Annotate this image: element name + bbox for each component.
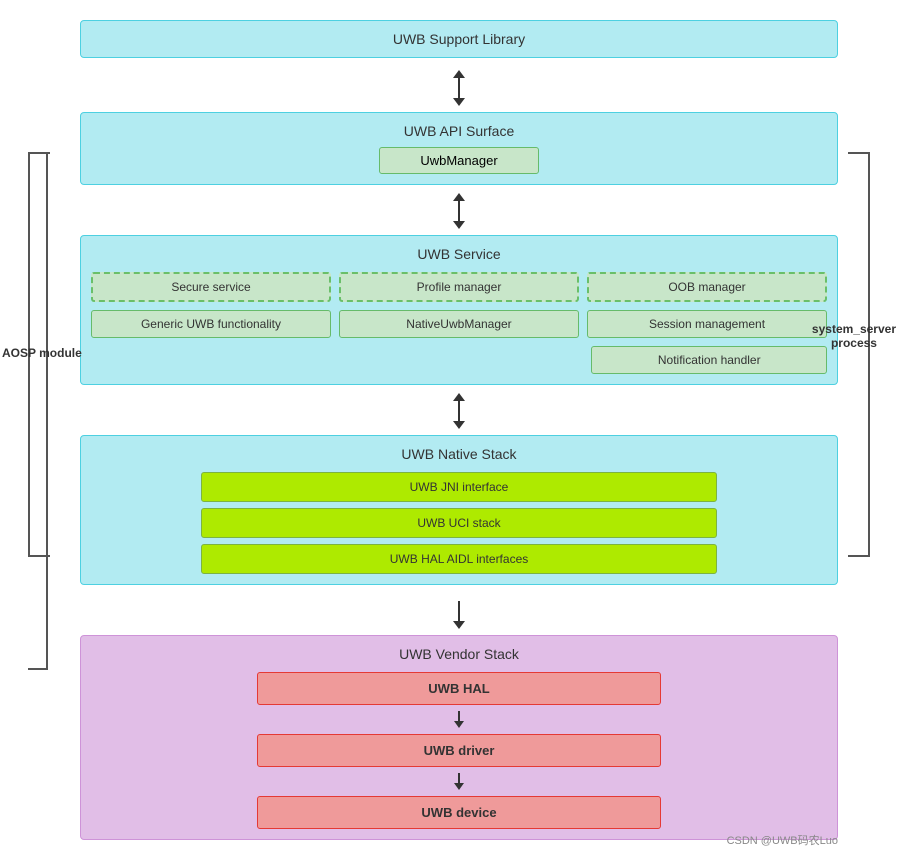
arrow-service-to-native [80, 393, 838, 429]
uwb-driver-item: UWB driver [257, 734, 662, 767]
arrow-down-icon [453, 98, 465, 106]
native-stack-title: UWB Native Stack [91, 446, 827, 462]
uwb-service-block: UWB Service Secure service Profile manag… [80, 235, 838, 385]
generic-uwb-item: Generic UWB functionality [91, 310, 331, 338]
session-management-item: Session management [587, 310, 827, 338]
api-surface-title: UWB API Surface [91, 123, 827, 139]
uwb-jni-item: UWB JNI interface [201, 472, 716, 502]
native-uwb-manager-item: NativeUwbManager [339, 310, 579, 338]
vendor-stack-title: UWB Vendor Stack [91, 646, 827, 662]
uwb-hal-aidl-item: UWB HAL AIDL interfaces [201, 544, 716, 574]
notification-row: Notification handler [91, 346, 827, 374]
arrow-line2 [458, 201, 460, 221]
system-server-bracket [848, 152, 870, 557]
arrow-api-to-service [80, 193, 838, 229]
uwb-native-stack-block: UWB Native Stack UWB JNI interface UWB U… [80, 435, 838, 585]
uwb-hal-item: UWB HAL [257, 672, 662, 705]
uwb-device-item: UWB device [257, 796, 662, 829]
uwb-support-library-block: UWB Support Library [80, 20, 838, 58]
arrow-down-icon4 [453, 621, 465, 629]
service-grid-row1: Secure service Profile manager OOB manag… [91, 272, 827, 338]
oob-manager-item: OOB manager [587, 272, 827, 302]
vendor-arrow-1 [454, 711, 464, 728]
arrow-line3 [458, 401, 460, 421]
aosp-module-label: AOSP module [2, 345, 82, 360]
watermark: CSDN @UWB码农Luo [727, 832, 838, 848]
arrow-up-icon2 [453, 193, 465, 201]
notification-handler-item: Notification handler [591, 346, 827, 374]
native-items-container: UWB JNI interface UWB UCI stack UWB HAL … [91, 472, 827, 574]
profile-manager-item: Profile manager [339, 272, 579, 302]
arrow-native-to-vendor [80, 593, 838, 629]
uwb-service-title: UWB Service [91, 246, 827, 262]
main-container: AOSP module system_server process UWB Su… [0, 0, 898, 868]
vendor-arrow-2 [454, 773, 464, 790]
arrow-down-icon2 [453, 221, 465, 229]
uwb-uci-item: UWB UCI stack [201, 508, 716, 538]
uwb-manager-box: UwbManager [379, 147, 539, 174]
uwb-api-surface-block: UWB API Surface UwbManager [80, 112, 838, 185]
arrow-down-icon3 [453, 421, 465, 429]
uwb-vendor-stack-block: UWB Vendor Stack UWB HAL UWB driver UWB … [80, 635, 838, 840]
system-server-label: system_server process [812, 322, 896, 350]
vendor-items-container: UWB HAL UWB driver UWB device [91, 672, 827, 829]
arrow-up-icon [453, 70, 465, 78]
secure-service-item: Secure service [91, 272, 331, 302]
arrow-support-to-api [80, 70, 838, 106]
arrow-line4 [458, 601, 460, 621]
arrow-up-icon3 [453, 393, 465, 401]
arrow-line [458, 78, 460, 98]
uwb-manager-container: UwbManager [91, 147, 827, 174]
